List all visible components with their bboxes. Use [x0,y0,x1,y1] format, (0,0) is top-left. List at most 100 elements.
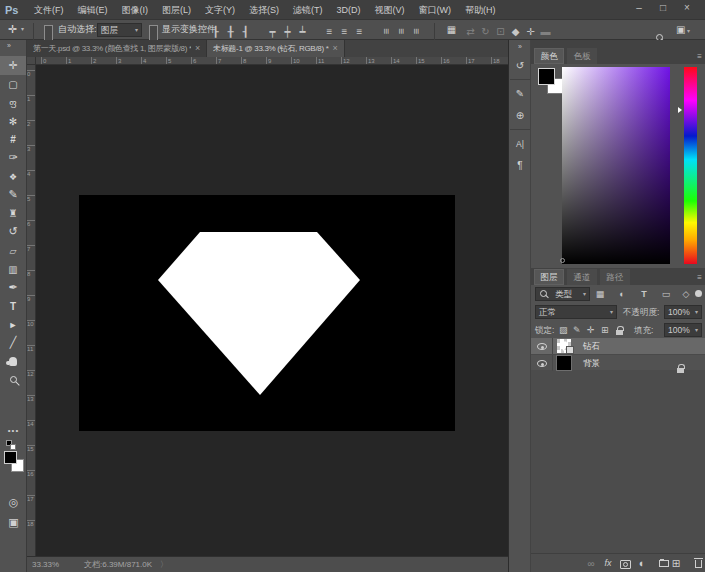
layer-row-diamond[interactable]: 钻石 [531,338,705,354]
workspace-icon[interactable]: ▣ ▾ [676,20,690,39]
distribute-top-edges-icon[interactable] [322,22,337,41]
layer-thumbnail-background[interactable] [557,356,571,370]
hue-slider-marker[interactable] [678,107,682,113]
lock-transparent-pixels-icon[interactable] [559,323,568,337]
lock-all-icon[interactable] [616,325,623,339]
history-panel-icon[interactable] [510,54,530,76]
menu-item[interactable]: 文字(Y) [198,0,242,20]
close-button[interactable]: × [675,0,699,18]
filter-shape-layers-icon[interactable] [659,287,673,301]
layer-style-icon[interactable]: fx [601,554,615,572]
lock-artboard-icon[interactable] [601,323,609,337]
clone-stamp-tool[interactable] [0,204,26,223]
eyedropper-tool[interactable] [0,149,26,168]
tab-color[interactable]: 颜色 [534,48,564,64]
brush-tool[interactable] [0,186,26,205]
hand-tool[interactable] [0,352,26,371]
gradient-tool[interactable] [0,260,26,279]
color-gradient-field[interactable] [562,67,670,264]
menu-item[interactable]: 帮助(H) [458,0,503,20]
layer-row-background[interactable]: 背景 [531,354,705,370]
fill-field[interactable]: 100%▾ [664,323,702,337]
3d-drag-icon[interactable] [493,22,508,41]
menu-item[interactable]: 视图(V) [368,0,412,20]
filter-toggle-icon[interactable] [695,290,702,297]
character-panel-icon[interactable] [510,129,530,154]
menu-item[interactable]: 窗口(W) [412,0,459,20]
layer-name[interactable]: 钻石 [583,338,600,354]
type-tool[interactable] [0,297,26,316]
document-tab[interactable]: 未标题-1 @ 33.3% (钻石, RGB/8) *× [207,40,345,57]
path-selection-tool[interactable] [0,315,26,334]
blend-mode-dropdown[interactable]: 正常▾ [535,305,617,319]
3d-roll-icon[interactable] [478,22,493,41]
color-picker-marker[interactable] [560,258,565,263]
tab-swatches[interactable]: 色板 [567,48,597,64]
align-horizontal-centers-icon[interactable] [223,22,238,41]
distribute-right-edges-icon[interactable] [409,22,424,41]
document-tab[interactable]: 第一天.psd @ 33.3% (颜色查找 1, 图层蒙版/8) *× [27,40,207,57]
dock-expand-icon[interactable]: » [510,40,530,54]
3d-slide-icon[interactable] [508,22,523,41]
adjustment-layer-icon[interactable] [635,554,649,572]
distribute-bottom-edges-icon[interactable] [352,22,367,41]
3d-mode-icon[interactable] [538,22,553,41]
history-brush-tool[interactable] [0,223,26,242]
color-panel-foreground-swatch[interactable] [538,68,555,85]
crop-tool[interactable] [0,130,26,149]
hue-slider[interactable] [684,67,697,264]
tab-close-icon[interactable]: × [195,43,200,53]
tab-paths[interactable]: 路径 [600,269,630,285]
zoom-tool[interactable] [0,371,26,390]
zoom-level-field[interactable]: 33.33% [32,557,59,572]
filter-smart-objects-icon[interactable] [679,287,693,301]
screen-mode-icon[interactable]: ▣ [0,516,27,529]
opacity-field[interactable]: 100%▾ [664,305,702,319]
align-vertical-centers-icon[interactable] [280,22,295,41]
edit-toolbar-icon[interactable]: ••• [0,426,27,435]
line-tool[interactable] [0,334,26,353]
move-tool[interactable] [0,56,26,75]
menu-item[interactable]: 编辑(E) [71,0,115,20]
color-panel-menu-icon[interactable]: ≡ [697,52,702,61]
pen-tool[interactable] [0,278,26,297]
menu-item[interactable]: 3D(D) [330,0,368,20]
distribute-vertical-centers-icon[interactable] [337,22,352,41]
menu-item[interactable]: 滤镜(T) [286,0,330,20]
new-group-icon[interactable] [652,554,666,572]
layer-visibility-icon[interactable] [537,343,547,350]
tab-channels[interactable]: 通道 [567,269,597,285]
filter-type-layers-icon[interactable] [637,287,651,301]
3d-rotate-icon[interactable] [463,22,478,41]
toolbar-collapse-icon[interactable]: » [7,42,11,49]
healing-brush-tool[interactable] [0,167,26,186]
delete-layer-icon[interactable] [688,554,702,572]
quick-selection-tool[interactable] [0,112,26,131]
align-bottom-edges-icon[interactable] [295,22,310,41]
menu-item[interactable]: 图层(L) [155,0,198,20]
menu-item[interactable]: 选择(S) [242,0,286,20]
minimize-button[interactable]: – [627,0,651,18]
align-top-edges-icon[interactable] [265,22,280,41]
layer-name[interactable]: 背景 [583,355,600,371]
clone-source-panel-icon[interactable] [510,104,530,126]
layer-visibility-icon[interactable] [537,360,547,367]
foreground-color-swatch[interactable] [4,451,17,464]
quick-mask-icon[interactable]: ◎ [0,496,27,509]
marquee-tool[interactable] [0,75,26,94]
align-right-edges-icon[interactable] [238,22,253,41]
menu-item[interactable]: 文件(F) [27,0,71,20]
align-distribute-icon[interactable]: ▦ [444,20,459,39]
menu-item[interactable]: 图像(I) [115,0,156,20]
new-layer-icon[interactable] [669,554,683,572]
lock-image-pixels-icon[interactable] [573,323,581,337]
lock-position-icon[interactable] [587,323,595,337]
status-chevron-icon[interactable]: 〉 [160,557,168,572]
tab-close-icon[interactable]: × [333,43,338,53]
maximize-button[interactable]: □ [651,0,675,18]
tab-layers[interactable]: 图层 [534,269,564,285]
tool-preset-arrow-icon[interactable]: ▾ [21,20,24,39]
align-left-edges-icon[interactable] [208,22,223,41]
layers-panel-menu-icon[interactable]: ≡ [697,273,702,282]
paragraph-panel-icon[interactable] [510,154,530,176]
